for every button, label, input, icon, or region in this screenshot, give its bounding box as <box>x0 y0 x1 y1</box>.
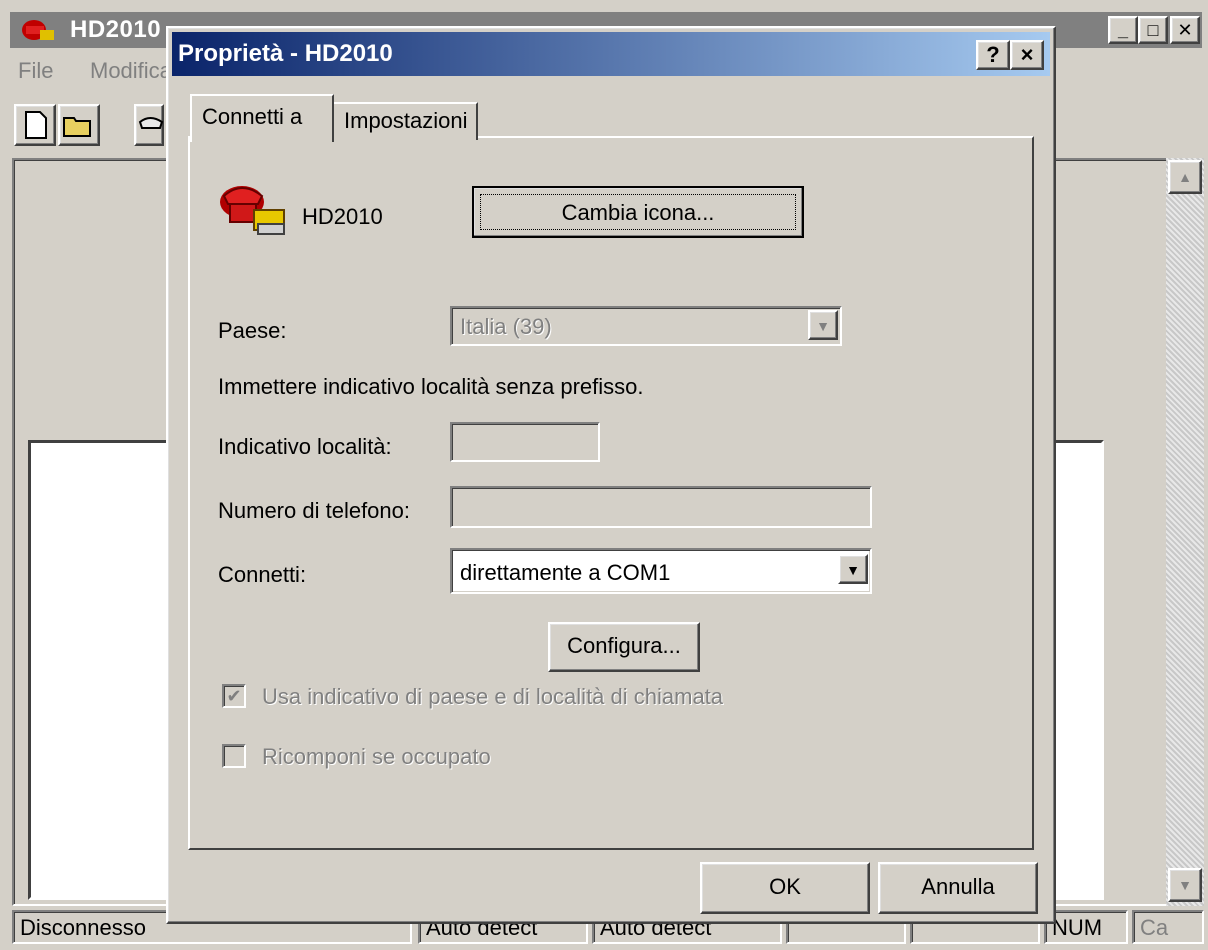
scroll-up-icon: ▲ <box>1178 169 1192 185</box>
change-icon-label: Cambia icona... <box>480 194 796 230</box>
status-caps: Ca <box>1132 910 1204 944</box>
tab-impostazioni[interactable]: Impostazioni <box>332 102 478 140</box>
instruction-text: Immettere indicativo località senza pref… <box>218 374 644 399</box>
scroll-up-button[interactable]: ▲ <box>1168 160 1202 194</box>
dialog-title-bar[interactable]: Proprietà - HD2010 ? × <box>172 32 1050 76</box>
scroll-down-button[interactable]: ▼ <box>1168 868 1202 902</box>
redial-checkbox[interactable] <box>222 744 246 768</box>
properties-dialog: Proprietà - HD2010 ? × Connetti a Impost… <box>166 26 1056 924</box>
new-document-icon <box>25 111 47 139</box>
tab-label: Impostazioni <box>344 108 468 133</box>
menu-edit[interactable]: Modifica <box>90 58 172 84</box>
close-icon: ✕ <box>1177 20 1193 40</box>
phone-app-icon <box>20 16 60 44</box>
cancel-button[interactable]: Annulla <box>878 862 1038 914</box>
connect-select[interactable]: direttamente a COM1 ▼ <box>450 548 872 594</box>
tab-connetti-a[interactable]: Connetti a <box>190 94 334 142</box>
scroll-down-icon: ▼ <box>1178 877 1192 893</box>
phone-number-label: Numero di telefono: <box>218 498 410 523</box>
vertical-scrollbar[interactable]: ▲ ▼ <box>1166 158 1204 906</box>
ok-label: OK <box>769 874 801 899</box>
new-document-button[interactable] <box>14 104 56 146</box>
connect-value: direttamente a COM1 <box>460 560 671 585</box>
phone-icon <box>138 117 164 129</box>
dialog-close-button[interactable]: × <box>1010 40 1044 70</box>
close-icon: × <box>1020 42 1034 67</box>
phone-number-input[interactable] <box>450 486 872 528</box>
open-folder-button[interactable] <box>58 104 100 146</box>
help-button[interactable]: ? <box>976 40 1010 70</box>
dropdown-arrow-icon[interactable]: ▼ <box>838 554 868 584</box>
ok-button[interactable]: OK <box>700 862 870 914</box>
minimize-icon: _ <box>1117 20 1128 40</box>
tab-panel: HD2010 Cambia icona... Paese: Italia (39… <box>188 136 1034 850</box>
maximize-icon: □ <box>1147 20 1159 40</box>
configure-label: Configura... <box>567 633 681 658</box>
country-select[interactable]: Italia (39) ▼ <box>450 306 842 346</box>
country-value: Italia (39) <box>460 314 552 339</box>
background-title: HD2010 <box>70 16 162 43</box>
menu-file[interactable]: File <box>18 58 53 84</box>
tab-label: Connetti a <box>202 104 303 129</box>
close-button[interactable]: ✕ <box>1170 16 1200 44</box>
country-label: Paese: <box>218 318 287 343</box>
open-folder-icon <box>63 117 91 137</box>
connection-name: HD2010 <box>302 204 383 229</box>
use-country-code-label: Usa indicativo di paese e di località di… <box>262 684 724 709</box>
maximize-button[interactable]: □ <box>1138 16 1168 44</box>
checkmark-icon: ✔ <box>226 686 242 706</box>
use-country-code-checkbox[interactable]: ✔ <box>222 684 246 708</box>
phone-icon <box>218 178 290 238</box>
cancel-label: Annulla <box>921 874 995 899</box>
configure-button[interactable]: Configura... <box>548 622 700 672</box>
connect-label: Connetti: <box>218 562 307 587</box>
minimize-button[interactable]: _ <box>1108 16 1138 44</box>
help-icon: ? <box>986 42 1000 67</box>
status-num: NUM <box>1044 910 1128 944</box>
dropdown-arrow-icon[interactable]: ▼ <box>808 310 838 340</box>
redial-label: Ricomponi se occupato <box>262 744 491 769</box>
change-icon-button[interactable]: Cambia icona... <box>472 186 804 238</box>
dialog-title: Proprietà - HD2010 <box>178 40 393 67</box>
phone-button[interactable] <box>134 104 164 146</box>
area-code-input[interactable] <box>450 422 600 462</box>
area-code-label: Indicativo località: <box>218 434 392 459</box>
